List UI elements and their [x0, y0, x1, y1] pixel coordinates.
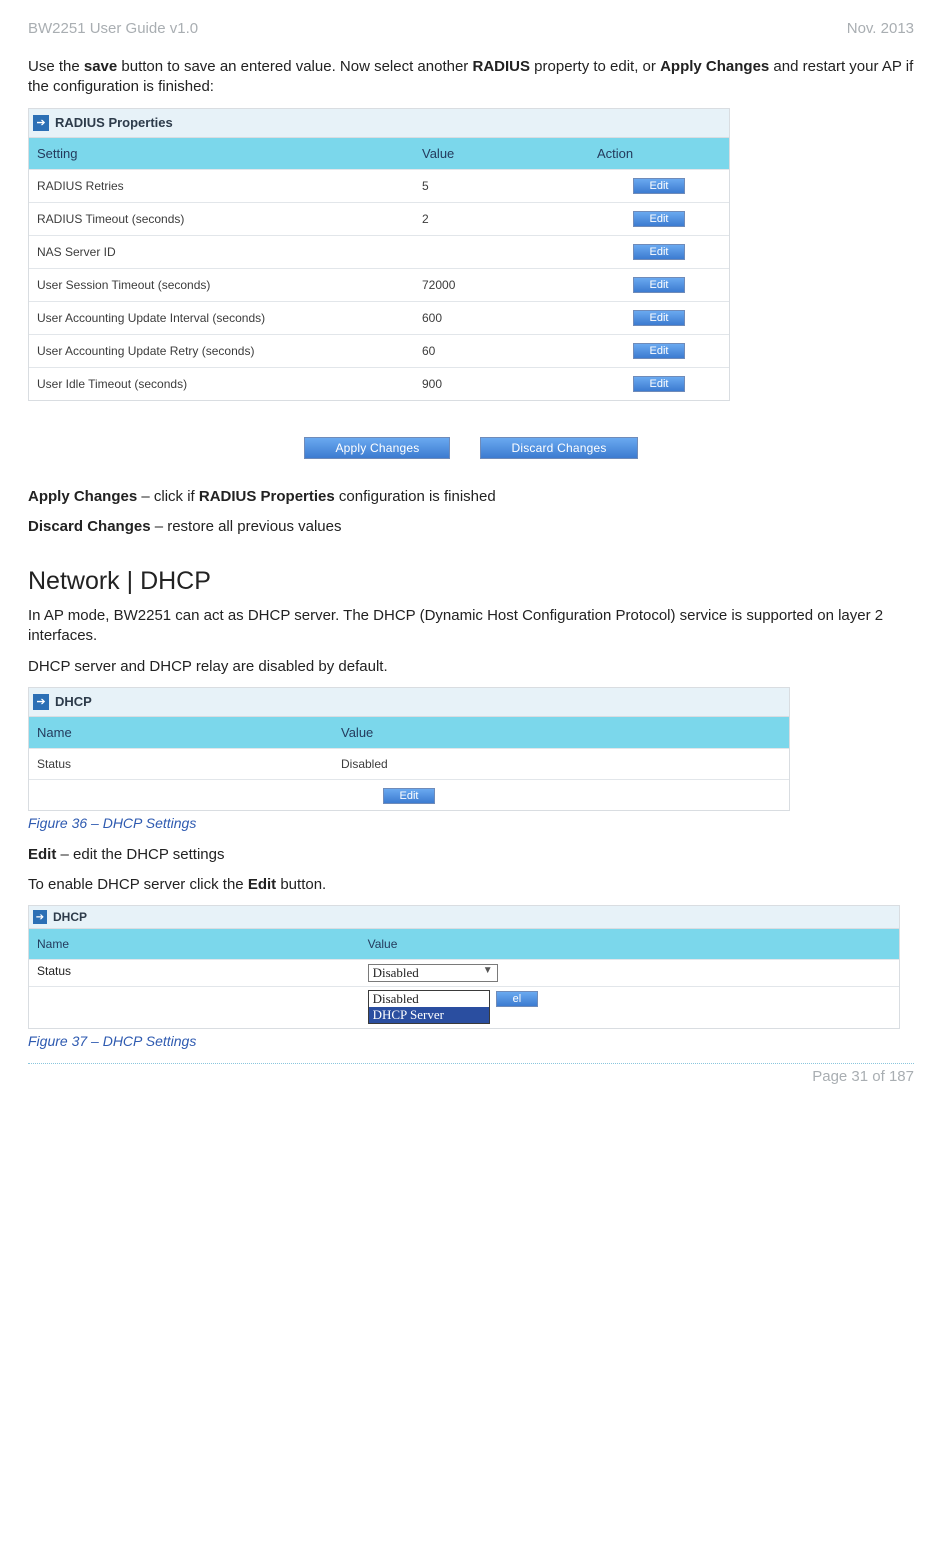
col-name: Name: [29, 929, 360, 959]
table-row: Status Disabled ▼: [29, 959, 899, 986]
col-value: Value: [333, 717, 789, 748]
radius-column-headers: Setting Value Action: [29, 138, 729, 169]
radius-panel-title: RADIUS Properties: [55, 115, 173, 130]
col-name: Name: [29, 717, 333, 748]
status-select[interactable]: Disabled ▼: [368, 964, 498, 982]
discard-changes-button[interactable]: Discard Changes: [480, 437, 637, 459]
cancel-button-partial[interactable]: el: [496, 991, 539, 1007]
discard-desc-line: Discard Changes – restore all previous v…: [28, 517, 914, 537]
dhcp-panel-title: DHCP: [55, 694, 92, 709]
dhcp-panel-edit-header: ➔ DHCP: [29, 906, 899, 929]
arrow-right-icon: ➔: [33, 910, 47, 924]
table-row: User Idle Timeout (seconds) 900 Edit: [29, 367, 729, 400]
arrow-right-icon: ➔: [33, 115, 49, 131]
page-number: Page 31 of 187: [812, 1068, 914, 1085]
footer-divider: [28, 1063, 914, 1064]
table-row: User Session Timeout (seconds) 72000 Edi…: [29, 268, 729, 301]
page-header: BW2251 User Guide v1.0 Nov. 2013: [28, 20, 914, 37]
dhcp-panel-edit: ➔ DHCP Name Value Status Disabled ▼ Disa…: [28, 905, 900, 1029]
edit-button[interactable]: Edit: [383, 788, 436, 804]
doc-date: Nov. 2013: [847, 20, 914, 37]
table-row: NAS Server ID Edit: [29, 235, 729, 268]
edit-button[interactable]: Edit: [633, 244, 686, 260]
table-row: User Accounting Update Interval (seconds…: [29, 301, 729, 334]
arrow-right-icon: ➔: [33, 694, 49, 710]
col-value: Value: [414, 138, 589, 169]
action-button-row: Apply Changes Discard Changes: [28, 437, 914, 459]
dhcp-edit-column-headers: Name Value: [29, 929, 899, 959]
dhcp-panel: ➔ DHCP Name Value Status Disabled Edit: [28, 687, 790, 811]
dhcp-para-1: In AP mode, BW2251 can act as DHCP serve…: [28, 606, 914, 647]
enable-desc-line: To enable DHCP server click the Edit but…: [28, 875, 914, 895]
col-value: Value: [360, 929, 899, 959]
edit-button[interactable]: Edit: [633, 376, 686, 392]
edit-button[interactable]: Edit: [633, 343, 686, 359]
dhcp-column-headers: Name Value: [29, 717, 789, 748]
table-row: RADIUS Retries 5 Edit: [29, 169, 729, 202]
edit-button[interactable]: Edit: [633, 277, 686, 293]
edit-desc-line: Edit – edit the DHCP settings: [28, 845, 914, 865]
dhcp-status-label: Status: [29, 749, 333, 779]
edit-button[interactable]: Edit: [633, 211, 686, 227]
section-heading-dhcp: Network | DHCP: [28, 567, 914, 596]
intro-paragraph: Use the save button to save an entered v…: [28, 57, 914, 98]
dhcp-status-value: Disabled: [333, 749, 789, 779]
table-row-dropdown: Disabled DHCP Server el: [29, 986, 899, 1028]
radius-properties-panel: ➔ RADIUS Properties Setting Value Action…: [28, 108, 730, 401]
dhcp-para-2: DHCP server and DHCP relay are disabled …: [28, 657, 914, 677]
edit-button[interactable]: Edit: [633, 310, 686, 326]
apply-changes-button[interactable]: Apply Changes: [304, 437, 450, 459]
status-dropdown-list[interactable]: Disabled DHCP Server: [368, 990, 490, 1024]
table-row: User Accounting Update Retry (seconds) 6…: [29, 334, 729, 367]
col-setting: Setting: [29, 138, 414, 169]
edit-button[interactable]: Edit: [633, 178, 686, 194]
page-footer: Page 31 of 187: [28, 1068, 914, 1085]
select-value: Disabled: [373, 965, 419, 980]
col-action: Action: [589, 138, 729, 169]
figure-36-caption: Figure 36 – DHCP Settings: [28, 815, 914, 831]
dhcp-edit-row: Edit: [29, 779, 789, 810]
dropdown-option-selected[interactable]: DHCP Server: [369, 1007, 489, 1023]
radius-panel-header: ➔ RADIUS Properties: [29, 109, 729, 138]
dropdown-option[interactable]: Disabled: [369, 991, 489, 1007]
table-row: Status Disabled: [29, 748, 789, 779]
chevron-down-icon: ▼: [483, 965, 493, 976]
figure-37-caption: Figure 37 – DHCP Settings: [28, 1033, 914, 1049]
doc-title: BW2251 User Guide v1.0: [28, 20, 198, 37]
dhcp-panel-header: ➔ DHCP: [29, 688, 789, 717]
table-row: RADIUS Timeout (seconds) 2 Edit: [29, 202, 729, 235]
dhcp-panel-edit-title: DHCP: [53, 910, 87, 924]
apply-desc-line: Apply Changes – click if RADIUS Properti…: [28, 487, 914, 507]
dhcp-status-label: Status: [29, 960, 360, 982]
